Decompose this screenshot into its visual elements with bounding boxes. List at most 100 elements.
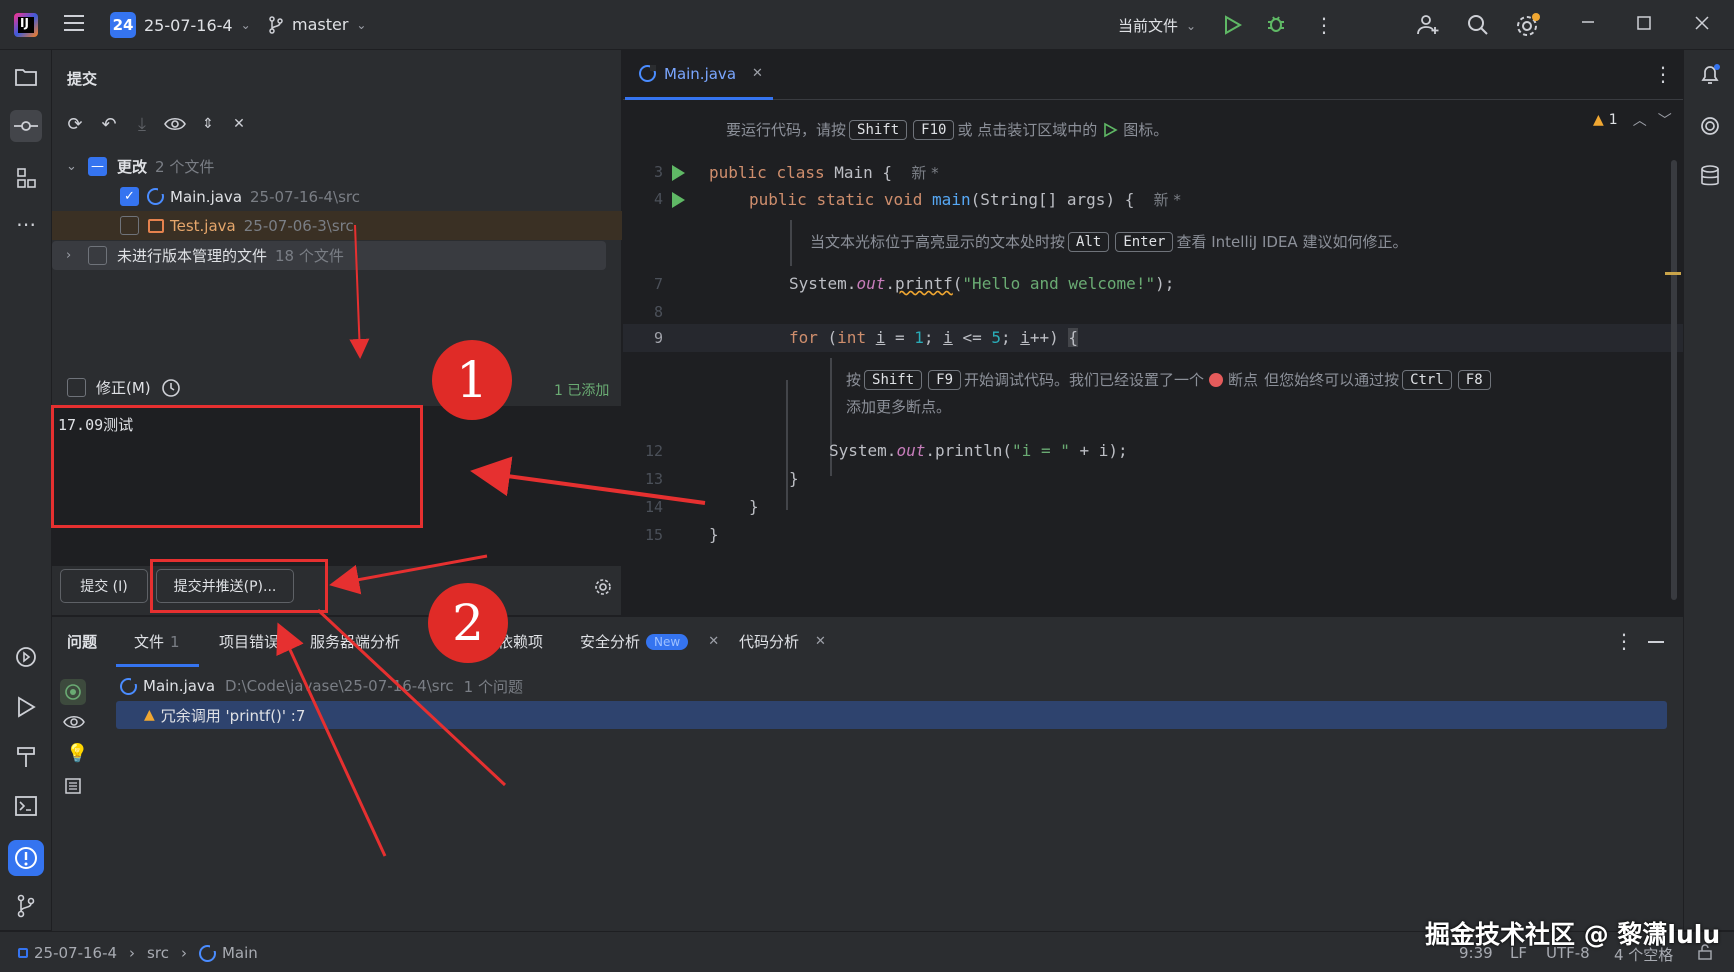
more-actions-icon[interactable]: ⋮: [1314, 13, 1334, 37]
warning-stripe-marker[interactable]: [1665, 272, 1681, 275]
code-line-14[interactable]: }: [749, 497, 759, 516]
collapse-all-icon[interactable]: ✕: [228, 113, 250, 135]
file-name: Main.java: [170, 187, 243, 206]
amend-label[interactable]: 修正(M): [96, 377, 151, 398]
breadcrumb: 25-07-16-4 › src › Main: [18, 944, 258, 962]
notifications-bell-icon[interactable]: [1694, 59, 1726, 91]
chevron-up-icon[interactable]: ︿: [1633, 110, 1647, 130]
build-hammer-icon[interactable]: [10, 741, 42, 773]
tab-project-errors[interactable]: 项目错误: [219, 631, 279, 652]
history-clock-icon[interactable]: [161, 378, 181, 398]
line-number: 8: [653, 303, 663, 321]
auto-scan-icon[interactable]: [60, 679, 86, 705]
problems-tool-icon[interactable]: [8, 840, 44, 876]
intellij-logo-icon[interactable]: IJ: [14, 13, 38, 37]
terminal-icon[interactable]: [10, 790, 42, 822]
problem-count: 1 个问题: [463, 677, 523, 696]
structure-icon[interactable]: [10, 162, 42, 194]
panel-more-icon[interactable]: ⋮: [1614, 629, 1634, 653]
file-row-main-java[interactable]: ✓ Main.java 25-07-16-4\src: [52, 182, 622, 211]
branch-name: master: [292, 15, 349, 34]
breadcrumb-project[interactable]: 25-07-16-4: [34, 944, 117, 962]
run-icon[interactable]: [1224, 15, 1242, 35]
debug-hint-line2: 添加更多断点。: [846, 398, 952, 416]
panel-minimize-icon[interactable]: [1648, 641, 1664, 643]
minimize-icon[interactable]: [1580, 14, 1596, 30]
more-tools-icon[interactable]: ⋯: [10, 208, 42, 240]
code-line-9[interactable]: for (int i = 1; i <= 5; i++) {: [789, 328, 1079, 347]
run-tool-icon[interactable]: [10, 691, 42, 723]
preview-eye-icon[interactable]: [63, 715, 85, 733]
chevron-down-icon[interactable]: ﹀: [1658, 110, 1672, 130]
tab-problems[interactable]: 问题: [67, 631, 97, 652]
run-config-selector[interactable]: 当前文件 ⌄: [1118, 15, 1196, 36]
branch-selector[interactable]: master ⌄: [268, 15, 366, 34]
file-checkbox[interactable]: ✓: [120, 187, 139, 206]
lightbulb-icon[interactable]: 💡: [66, 743, 88, 764]
debug-icon[interactable]: [1266, 14, 1286, 34]
code-line-3[interactable]: public class Main { 新 *: [709, 162, 939, 183]
close-tab-icon[interactable]: ✕: [752, 66, 763, 81]
commit-options-gear-icon[interactable]: [594, 578, 612, 600]
code-line-4[interactable]: public static void main(String[] args) {…: [749, 189, 1181, 210]
project-selector[interactable]: 24 25-07-16-4 ⌄: [110, 12, 251, 38]
key-enter: Enter: [1115, 231, 1174, 252]
editor-more-icon[interactable]: ⋮: [1653, 62, 1673, 86]
expand-all-icon[interactable]: ⇕: [197, 113, 219, 135]
inspection-widget[interactable]: ▲ 1 ︿ ﹀: [1593, 110, 1672, 130]
line-number: 7: [653, 275, 663, 293]
tab-file[interactable]: 文件 1: [134, 631, 180, 652]
tab-server-analysis[interactable]: 服务器端分析: [310, 631, 400, 652]
commit-button[interactable]: 提交 (I): [60, 569, 148, 603]
unversioned-checkbox[interactable]: [88, 246, 107, 265]
chevron-right-icon[interactable]: ›: [66, 248, 80, 263]
java-class-icon: [120, 677, 137, 695]
changes-group-checkbox[interactable]: —: [88, 157, 107, 176]
problem-file-path: D:\Code\javase\25-07-16-4\src: [225, 677, 454, 695]
ai-assistant-icon[interactable]: [1694, 110, 1726, 142]
project-folder-icon[interactable]: [10, 61, 42, 93]
rollback-icon[interactable]: ↶: [98, 113, 120, 135]
file-checkbox[interactable]: [120, 216, 139, 235]
maximize-icon[interactable]: [1636, 15, 1652, 31]
code-line-12[interactable]: System.out.println("i = " + i);: [829, 441, 1128, 460]
added-status: 1 已添加: [554, 383, 610, 399]
breadcrumb-main[interactable]: Main: [222, 944, 258, 962]
run-class-gutter-icon[interactable]: [672, 165, 685, 181]
java-class-icon: [198, 944, 216, 962]
warning-icon: ▲: [144, 707, 155, 723]
tab-security-analysis[interactable]: 安全分析 New ✕: [580, 631, 719, 652]
file-row-test-java[interactable]: Test.java 25-07-06-3\src: [52, 211, 622, 240]
main-menu-icon[interactable]: [64, 14, 86, 32]
tab-code-analysis[interactable]: 代码分析 ✕: [739, 631, 826, 652]
line-number: 13: [644, 470, 663, 488]
search-icon[interactable]: [1466, 13, 1490, 37]
changes-group-row[interactable]: ⌄ — 更改 2 个文件: [52, 152, 622, 181]
group-by-icon[interactable]: [64, 777, 82, 799]
commit-tool-icon[interactable]: [10, 110, 42, 142]
current-line-highlight: [623, 324, 1683, 352]
show-diff-eye-icon[interactable]: [164, 113, 186, 135]
add-user-icon[interactable]: [1416, 13, 1440, 37]
shelve-icon[interactable]: ⤓: [131, 113, 153, 135]
breadcrumb-src[interactable]: src: [147, 944, 169, 962]
code-line-7[interactable]: System.out.printf("Hello and welcome!");: [789, 274, 1174, 293]
database-icon[interactable]: [1694, 160, 1726, 192]
unversioned-files-row[interactable]: › 未进行版本管理的文件 18 个文件: [52, 241, 606, 270]
chevron-down-icon[interactable]: ⌄: [66, 159, 80, 174]
key-shift: Shift: [864, 369, 923, 390]
tab-main-java[interactable]: Main.java ✕: [625, 50, 773, 100]
refresh-icon[interactable]: ⟳: [64, 113, 86, 135]
problem-file-row[interactable]: Main.java D:\Code\javase\25-07-16-4\src …: [120, 672, 523, 700]
git-icon[interactable]: [10, 890, 42, 922]
settings-gear-icon[interactable]: [1515, 12, 1541, 38]
services-icon[interactable]: [10, 641, 42, 673]
code-line-13[interactable]: }: [789, 469, 799, 488]
code-line-15[interactable]: }: [709, 525, 719, 544]
close-window-icon[interactable]: [1694, 15, 1710, 31]
amend-checkbox[interactable]: [67, 378, 86, 397]
editor-scrollbar[interactable]: [1671, 160, 1677, 600]
problem-issue-row[interactable]: ▲ 冗余调用 'printf()' :7: [116, 701, 1667, 729]
tab-label: Main.java: [664, 64, 737, 83]
run-main-gutter-icon[interactable]: [672, 192, 685, 208]
